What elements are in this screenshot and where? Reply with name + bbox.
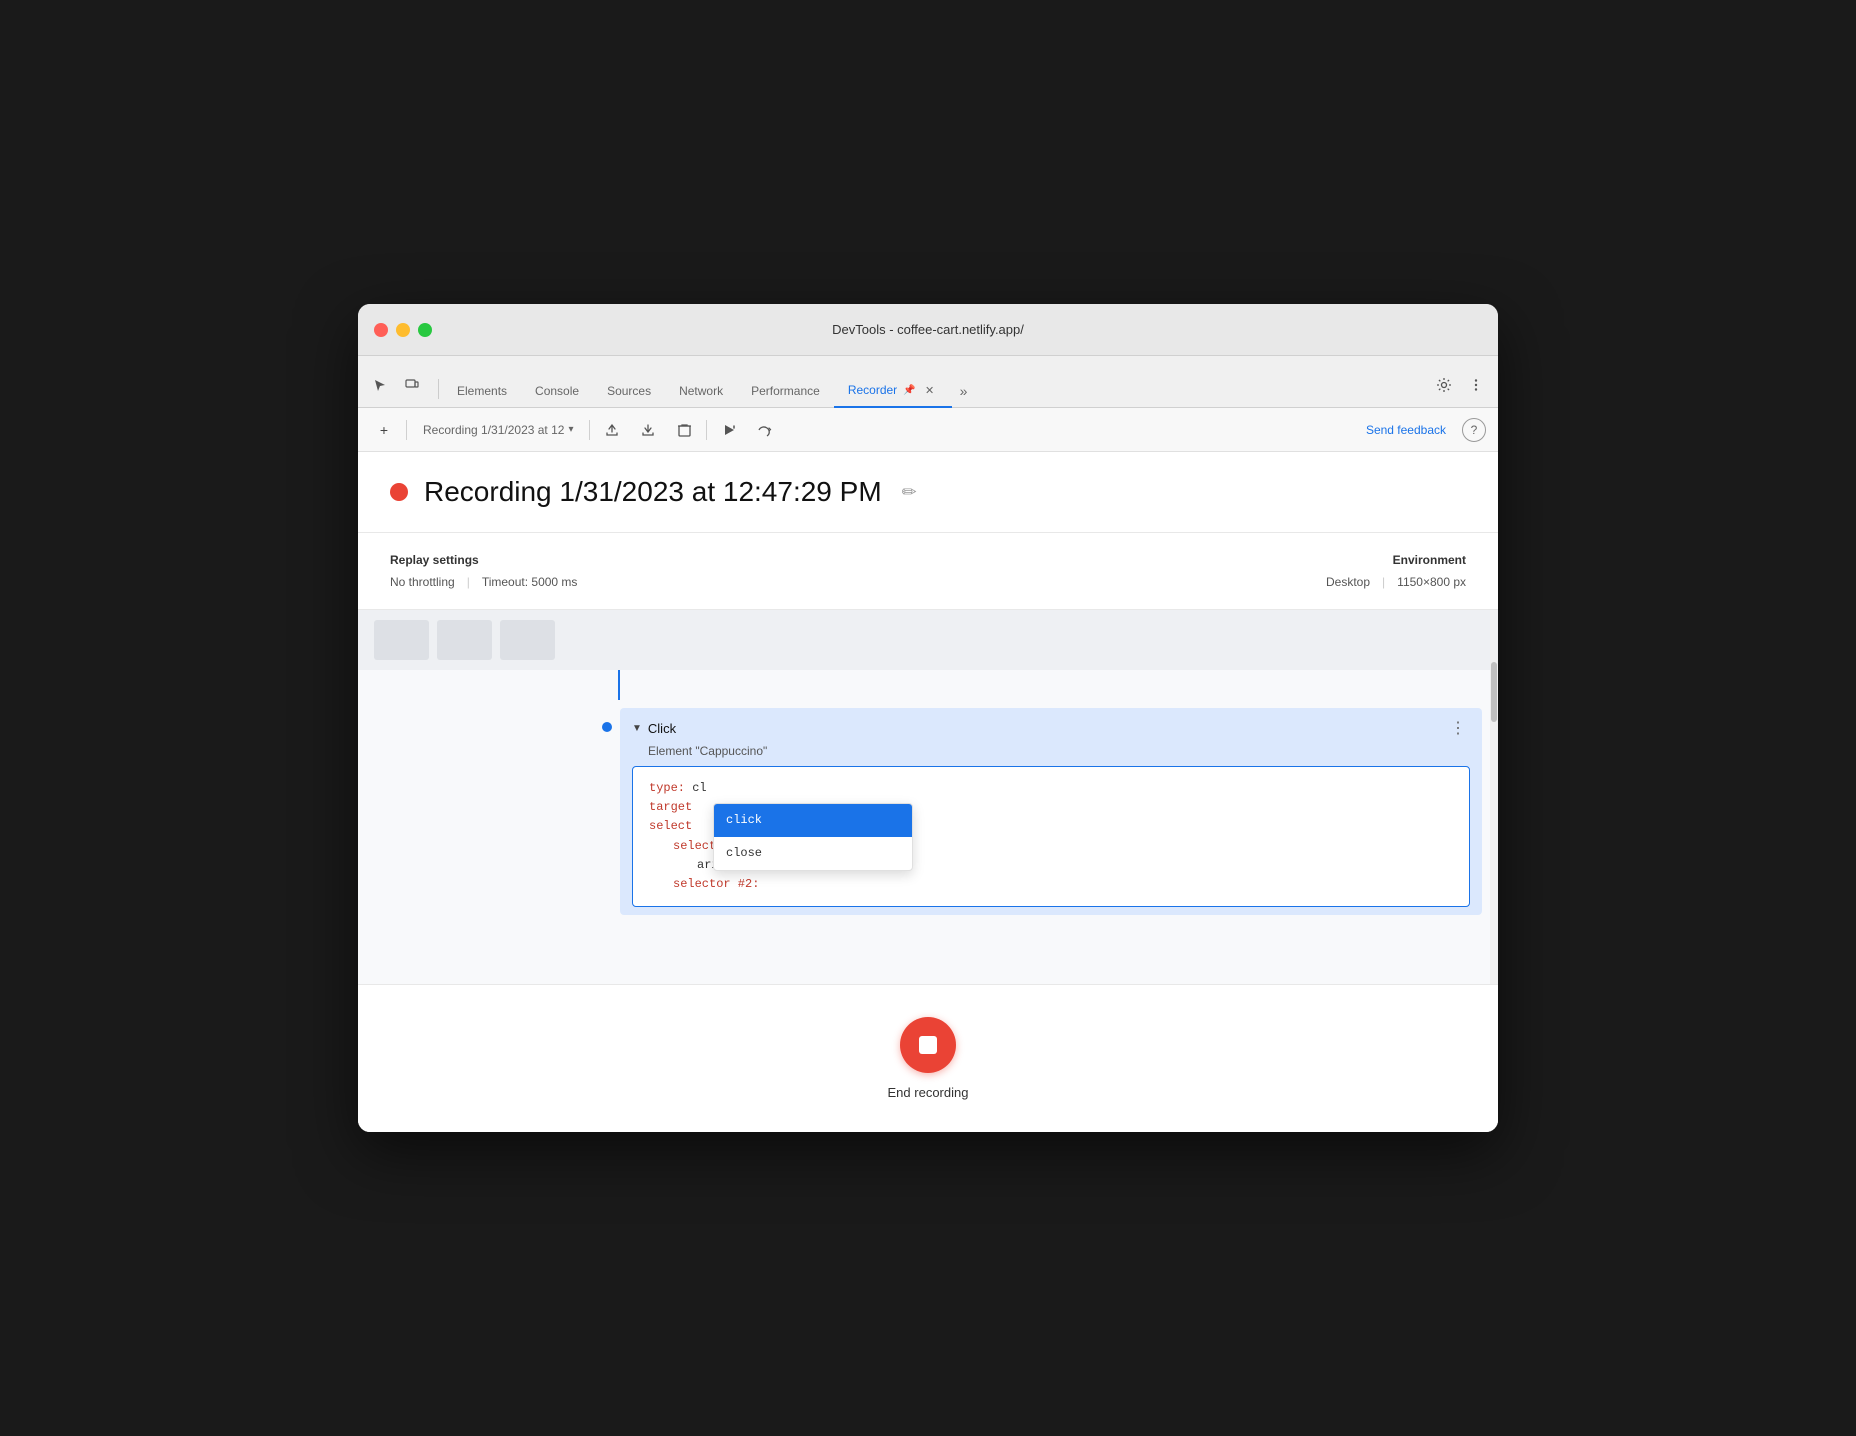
export-button[interactable] — [598, 416, 626, 444]
recording-indicator — [390, 483, 408, 501]
viewport-value: Desktop — [1326, 575, 1370, 589]
environment-values: Desktop | 1150×800 px — [1326, 575, 1466, 589]
help-button[interactable]: ? — [1462, 418, 1486, 442]
edit-title-icon[interactable]: ✏ — [898, 478, 921, 507]
main-content: Recording 1/31/2023 at 12:47:29 PM ✏ Rep… — [358, 452, 1498, 1132]
step-header: ▼ Click ⋮ — [632, 716, 1470, 740]
more-tabs-button[interactable]: » — [952, 377, 976, 407]
environment-label: Environment — [1393, 553, 1466, 567]
recorder-toolbar: + Recording 1/31/2023 at 12 ▾ — [358, 408, 1498, 452]
scrollbar-thumb[interactable] — [1491, 662, 1497, 722]
step-area: ▼ Click ⋮ Element "Cappuccino" type: cl — [358, 610, 1498, 984]
tab-icons — [366, 371, 426, 407]
resolution-value: 1150×800 px — [1397, 575, 1466, 589]
minimize-button[interactable] — [396, 323, 410, 337]
toolbar-separator-3 — [706, 420, 707, 440]
window-title: DevTools - coffee-cart.netlify.app/ — [832, 322, 1024, 337]
tab-elements[interactable]: Elements — [443, 376, 521, 408]
add-recording-button[interactable]: + — [370, 416, 398, 444]
throttling-value: No throttling — [390, 575, 455, 589]
maximize-button[interactable] — [418, 323, 432, 337]
devtools-window: DevTools - coffee-cart.netlify.app/ Elem… — [358, 304, 1498, 1132]
replay-button[interactable] — [715, 416, 743, 444]
send-feedback-button[interactable]: Send feedback — [1358, 419, 1454, 441]
autocomplete-item-click[interactable]: click — [714, 804, 912, 837]
end-recording-label: End recording — [888, 1085, 969, 1100]
settings-icon[interactable] — [1430, 371, 1458, 399]
step-row: ▼ Click ⋮ Element "Cappuccino" type: cl — [374, 708, 1482, 915]
step-content: ▼ Click ⋮ Element "Cappuccino" type: cl — [620, 708, 1482, 915]
close-button[interactable] — [374, 323, 388, 337]
chevron-down-icon: ▾ — [568, 424, 573, 435]
autocomplete-item-close[interactable]: close — [714, 837, 912, 870]
screenshot-thumb-1 — [374, 620, 429, 660]
device-toggle-icon[interactable] — [398, 371, 426, 399]
replay-settings-label: Replay settings — [390, 553, 577, 567]
code-line-type: type: cl — [649, 779, 1453, 798]
slow-replay-button[interactable] — [751, 416, 779, 444]
traffic-lights — [374, 323, 432, 337]
settings-bar: Replay settings No throttling | Timeout:… — [358, 533, 1498, 610]
code-editor[interactable]: type: cl target select selector #1: — [632, 766, 1470, 907]
environment-section: Environment Desktop | 1150×800 px — [1326, 553, 1466, 589]
cursor-icon[interactable] — [366, 371, 394, 399]
vertical-scrollbar[interactable] — [1490, 610, 1498, 984]
screenshot-strip — [358, 610, 1498, 670]
autocomplete-dropdown: click close — [713, 803, 913, 871]
stop-icon — [919, 1036, 937, 1054]
timeline-line — [618, 670, 620, 700]
step-more-options[interactable]: ⋮ — [1446, 716, 1470, 740]
recording-title: Recording 1/31/2023 at 12:47:29 PM — [424, 476, 882, 508]
tab-sources[interactable]: Sources — [593, 376, 665, 408]
toolbar-separator-2 — [589, 420, 590, 440]
toolbar-separator-1 — [406, 420, 407, 440]
replay-settings-section: Replay settings No throttling | Timeout:… — [390, 553, 577, 589]
code-line-selector2: selector #2: — [649, 875, 1453, 894]
tab-console[interactable]: Console — [521, 376, 593, 408]
step-collapse-icon[interactable]: ▼ — [632, 723, 642, 734]
tab-network[interactable]: Network — [665, 376, 737, 408]
toolbar-icons — [1430, 371, 1490, 407]
settings-separator: | — [467, 575, 470, 589]
tab-recorder[interactable]: Recorder 📌 ✕ — [834, 374, 952, 408]
step-container: ▼ Click ⋮ Element "Cappuccino" type: cl — [358, 700, 1498, 923]
recording-selector[interactable]: Recording 1/31/2023 at 12 ▾ — [415, 419, 581, 441]
tab-performance[interactable]: Performance — [737, 376, 834, 408]
recorder-tab-close[interactable]: ✕ — [922, 382, 938, 398]
title-bar: DevTools - coffee-cart.netlify.app/ — [358, 304, 1498, 356]
more-options-icon[interactable] — [1462, 371, 1490, 399]
step-dot — [602, 722, 612, 732]
recording-header: Recording 1/31/2023 at 12:47:29 PM ✏ — [358, 452, 1498, 533]
screenshot-thumb-2 — [437, 620, 492, 660]
replay-settings-values: No throttling | Timeout: 5000 ms — [390, 575, 577, 589]
tab-icon-separator — [438, 379, 439, 399]
step-element-label: Element "Cappuccino" — [632, 744, 1470, 758]
env-separator: | — [1382, 575, 1385, 589]
devtools-tab-bar: Elements Console Sources Network Perform… — [358, 356, 1498, 408]
screenshot-thumb-3 — [500, 620, 555, 660]
stop-recording-button[interactable] — [900, 1017, 956, 1073]
end-recording-area: End recording — [358, 984, 1498, 1132]
step-type-label: Click — [648, 721, 676, 736]
timeout-value: Timeout: 5000 ms — [482, 575, 578, 589]
delete-button[interactable] — [670, 416, 698, 444]
import-button[interactable] — [634, 416, 662, 444]
